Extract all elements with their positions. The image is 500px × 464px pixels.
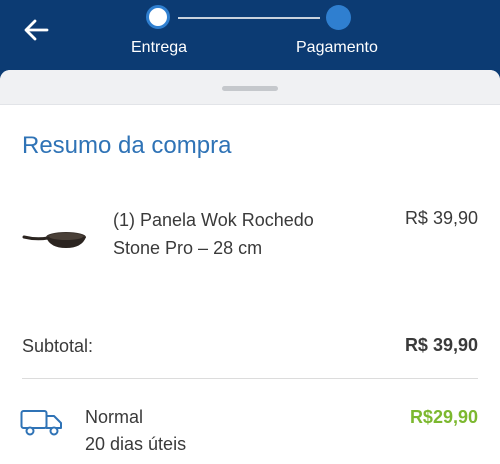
header: Entrega Pagamento [0,0,500,70]
shipping-method-name: Normal [85,407,144,427]
drag-handle[interactable] [222,86,278,91]
truck-icon [20,407,64,437]
step-indicator-pagamento [326,5,351,30]
back-button[interactable] [20,16,52,48]
step-indicator-entrega [146,5,170,29]
shipping-price: R$29,90 [409,407,478,427]
subtotal-value: R$ 39,90 [404,335,478,355]
shipping-delivery-time: 20 dias úteis [85,434,187,454]
product-name: (1) Panela Wok Rochedo Stone Pro – 28 cm [113,210,314,258]
stepper-line [178,17,320,19]
wok-pan-icon [22,225,88,255]
arrow-left-icon [23,19,49,46]
step-label-entrega: Entrega [131,39,188,56]
divider [22,378,478,379]
product-price: R$ 39,90 [404,208,478,228]
subtotal-label: Subtotal: [22,336,94,356]
sheet-header [0,70,500,105]
purchase-summary-sheet: Resumo da compra (1) Panela Wok Rochedo … [0,70,500,464]
section-title: Resumo da compra [22,132,232,159]
step-label-pagamento: Pagamento [296,39,378,56]
